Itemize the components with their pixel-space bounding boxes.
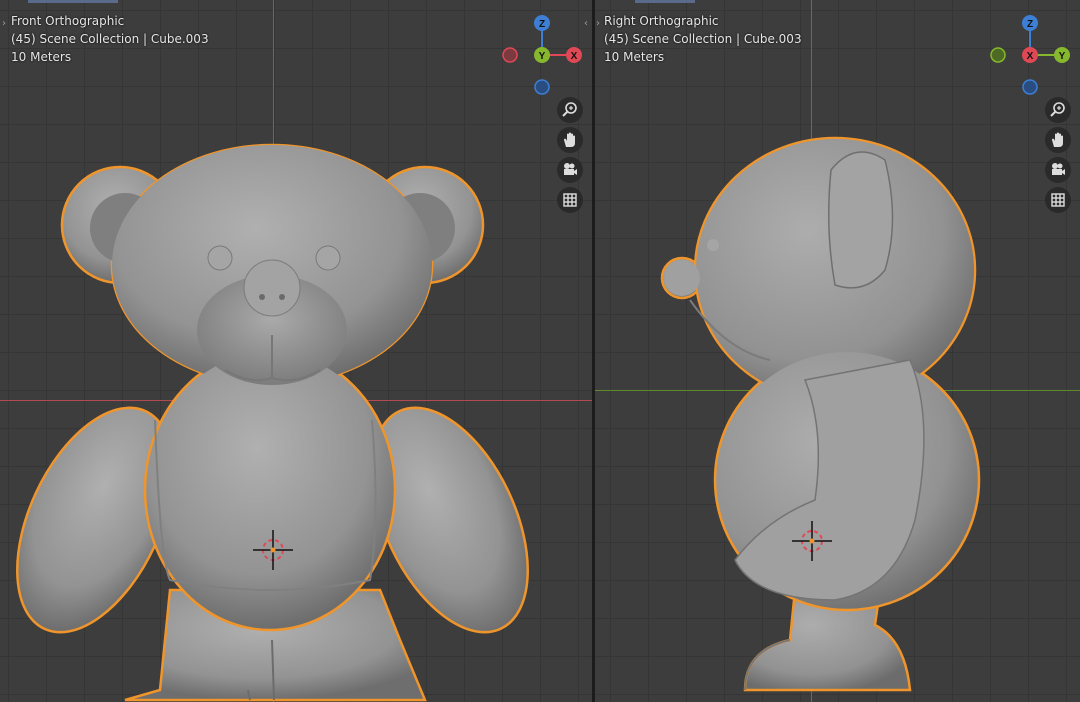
navigation-gizmo[interactable]: Z X Y — [497, 10, 587, 100]
gizmo-x-label: X — [571, 51, 578, 62]
teddy-bear-side-model[interactable] — [595, 0, 1080, 702]
viewport-info-overlay: Front Orthographic (45) Scene Collection… — [11, 12, 209, 66]
grid-icon[interactable] — [557, 187, 583, 213]
scene-collection-label: (45) Scene Collection | Cube.003 — [11, 32, 209, 46]
zoom-icon[interactable] — [1045, 97, 1071, 123]
corner-arrow-icon[interactable]: › — [2, 18, 6, 29]
camera-icon[interactable] — [1045, 157, 1071, 183]
scene-collection-label: (45) Scene Collection | Cube.003 — [604, 32, 802, 46]
pan-hand-icon[interactable] — [557, 127, 583, 153]
gizmo-neg-z-axis[interactable] — [534, 79, 550, 95]
gizmo-z-label: Z — [539, 19, 545, 30]
viewport-info-overlay: Right Orthographic (45) Scene Collection… — [604, 12, 802, 66]
corner-arrow-icon[interactable]: ‹ — [584, 18, 588, 29]
gizmo-y-label: Y — [539, 51, 546, 62]
pan-hand-icon[interactable] — [1045, 127, 1071, 153]
gizmo-x-label: X — [1027, 51, 1034, 62]
grid-icon[interactable] — [1045, 187, 1071, 213]
zoom-icon[interactable] — [557, 97, 583, 123]
camera-icon[interactable] — [557, 157, 583, 183]
grid-scale-label: 10 Meters — [11, 50, 72, 64]
view-title: Front Orthographic — [11, 14, 125, 28]
navigation-gizmo[interactable]: Z Y X — [985, 10, 1075, 100]
teddy-bear-front-model[interactable] — [0, 0, 592, 702]
view-title: Right Orthographic — [604, 14, 719, 28]
gizmo-neg-z-axis[interactable] — [1022, 79, 1038, 95]
corner-arrow-icon[interactable]: › — [596, 18, 600, 29]
right-viewport[interactable]: Right Orthographic (45) Scene Collection… — [595, 0, 1080, 702]
front-viewport[interactable]: Front Orthographic (45) Scene Collection… — [0, 0, 592, 702]
grid-scale-label: 10 Meters — [604, 50, 665, 64]
gizmo-z-label: Z — [1027, 19, 1033, 30]
gizmo-y-label: Y — [1059, 51, 1066, 62]
gizmo-neg-y-axis[interactable] — [990, 47, 1006, 63]
gizmo-neg-x-axis[interactable] — [502, 47, 518, 63]
